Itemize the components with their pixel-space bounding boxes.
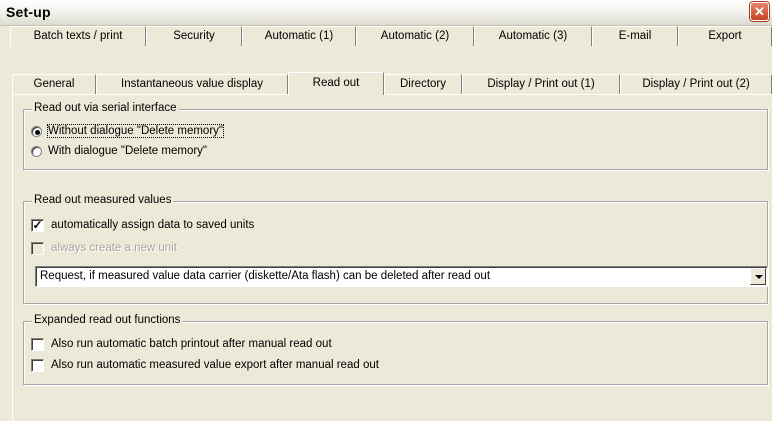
checkbox-unchecked[interactable] — [31, 359, 44, 372]
title-bar[interactable]: Set-up ✕ — [0, 0, 772, 26]
radio-button[interactable] — [31, 126, 42, 137]
radio-button[interactable] — [31, 146, 42, 157]
tab-label: Read out — [312, 77, 360, 89]
tab-general[interactable]: General — [12, 74, 96, 94]
tab-automatic-3[interactable]: Automatic (3) — [474, 26, 592, 46]
group-legend: Read out measured values — [32, 194, 174, 206]
checkbox-unchecked[interactable] — [31, 338, 44, 351]
tab-label: Export — [708, 30, 742, 42]
tab-label: General — [33, 78, 75, 90]
checkbox-always-new-unit[interactable]: always create a new unit — [31, 242, 431, 256]
tab-display-print-out-2[interactable]: Display / Print out (2) — [620, 74, 772, 94]
group-legend: Expanded read out functions — [32, 314, 183, 326]
checkbox-label: Also run automatic batch printout after … — [51, 338, 332, 350]
read-out-request-dropdown[interactable]: Request, if measured value data carrier … — [35, 266, 768, 287]
radio-label: With dialogue "Delete memory" — [48, 145, 208, 157]
group-legend: Read out via serial interface — [32, 102, 179, 114]
checkbox-value-export[interactable]: Also run automatic measured value export… — [31, 359, 531, 373]
checkbox-label: automatically assign data to saved units — [51, 219, 255, 231]
tab-email[interactable]: E-mail — [592, 26, 678, 46]
radio-with-dialogue[interactable]: With dialogue "Delete memory" — [31, 145, 331, 159]
tab-instantaneous-value-display[interactable]: Instantaneous value display — [96, 74, 288, 94]
tab-label: Automatic (3) — [498, 30, 568, 42]
checkbox-auto-assign[interactable]: ✓ automatically assign data to saved uni… — [31, 219, 431, 233]
tab-automatic-1[interactable]: Automatic (1) — [242, 26, 356, 46]
tab-label: Display / Print out (2) — [642, 78, 750, 90]
close-button[interactable]: ✕ — [750, 2, 769, 21]
checkbox-disabled[interactable] — [31, 242, 44, 255]
dropdown-selected-value: Request, if measured value data carrier … — [40, 270, 491, 282]
tab-automatic-2[interactable]: Automatic (2) — [356, 26, 474, 46]
chevron-down-icon — [755, 275, 763, 279]
tab-label: Instantaneous value display — [121, 78, 263, 90]
tab-label: Security — [173, 30, 215, 42]
checkbox-checked[interactable]: ✓ — [31, 219, 44, 232]
tab-read-out[interactable]: Read out — [288, 72, 384, 95]
checkbox-batch-printout[interactable]: Also run automatic batch printout after … — [31, 338, 531, 352]
checkbox-label: Also run automatic measured value export… — [51, 359, 379, 371]
radio-label: Without dialogue "Delete memory" — [47, 124, 224, 138]
window-title: Set-up — [6, 4, 51, 20]
radio-selected-dot — [35, 130, 40, 135]
setup-dialog: Set-up ✕ Batch texts / print Security Au… — [0, 0, 772, 421]
tab-display-print-out-1[interactable]: Display / Print out (1) — [462, 74, 620, 94]
tab-label: Display / Print out (1) — [487, 78, 595, 90]
tab-batch-texts-print[interactable]: Batch texts / print — [10, 26, 146, 46]
read-out-panel: Read out via serial interface Without di… — [12, 94, 772, 421]
serial-interface-group: Read out via serial interface Without di… — [23, 102, 768, 170]
checkbox-label: always create a new unit — [51, 242, 177, 254]
tab-export[interactable]: Export — [678, 26, 772, 46]
dropdown-button[interactable] — [750, 268, 766, 285]
tab-security[interactable]: Security — [146, 26, 242, 46]
tab-label: Automatic (1) — [264, 30, 334, 42]
tab-directory[interactable]: Directory — [384, 74, 462, 94]
tab-label: Automatic (2) — [380, 30, 450, 42]
tab-label: Directory — [399, 78, 446, 90]
radio-without-dialogue[interactable]: Without dialogue "Delete memory" — [31, 124, 331, 139]
close-icon: ✕ — [754, 4, 765, 19]
tab-label: E-mail — [618, 30, 652, 42]
expanded-functions-group: Expanded read out functions Also run aut… — [23, 314, 768, 385]
measured-values-group: Read out measured values ✓ automatically… — [23, 194, 768, 304]
tab-label: Batch texts / print — [33, 30, 123, 42]
